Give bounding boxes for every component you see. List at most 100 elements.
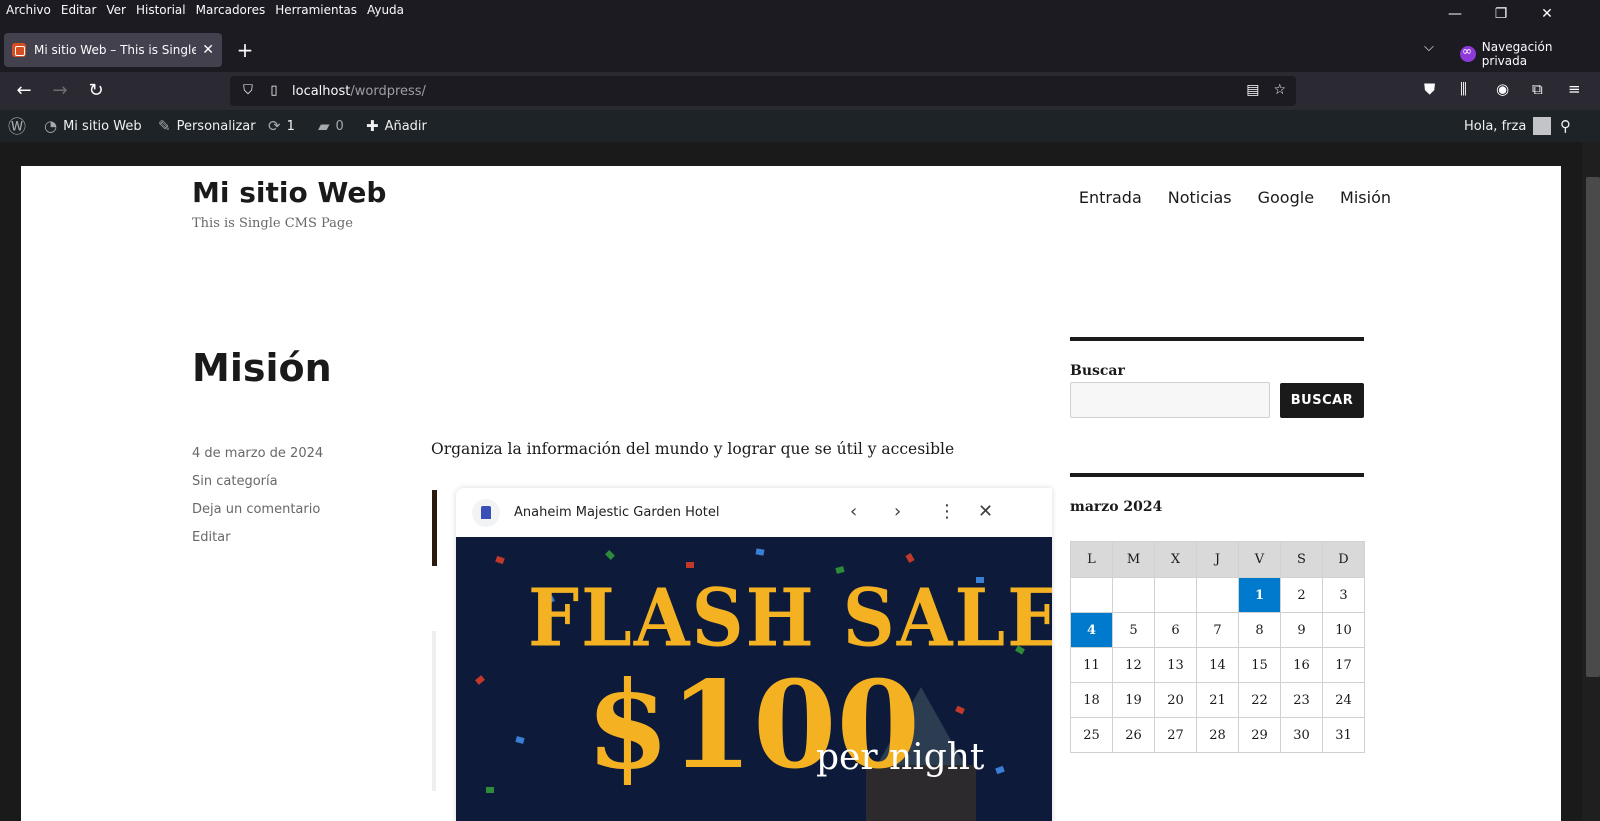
new-tab-button[interactable]: +	[234, 38, 256, 62]
calendar-weekday: M	[1112, 541, 1155, 578]
calendar-day: 18	[1070, 682, 1113, 718]
menu-ver[interactable]: Ver	[106, 3, 126, 17]
menu-marcadores[interactable]: Marcadores	[196, 3, 266, 17]
calendar-day: 23	[1280, 682, 1323, 718]
updates-count: 1	[286, 118, 295, 134]
calendar-day-link[interactable]: 4	[1070, 612, 1113, 648]
calendar-week-row: 25 26 27 28 29 30 31	[1070, 717, 1365, 753]
adminbar-customize[interactable]: ✎ Personalizar	[158, 110, 256, 142]
tab-active[interactable]: Mi sitio Web – This is Single CMS ✕	[4, 33, 222, 67]
calendar-day: 29	[1238, 717, 1281, 753]
comment-link[interactable]: Deja un comentario	[192, 496, 323, 524]
calendar-day: 13	[1154, 647, 1197, 683]
forward-button[interactable]: →	[48, 80, 72, 102]
calendar-day: 2	[1280, 577, 1323, 613]
chevron-right-icon[interactable]: ›	[894, 501, 901, 522]
hamburger-menu-icon[interactable]: ≡	[1568, 80, 1581, 98]
main-navigation: Entrada Noticias Google Misión	[1079, 188, 1391, 207]
calendar-day: 17	[1322, 647, 1365, 683]
calendar-day: 10	[1322, 612, 1365, 648]
flash-sale-per-night: per night	[816, 737, 985, 778]
wordpress-logo-icon[interactable]: Ⓦ	[8, 110, 32, 142]
nav-item-google[interactable]: Google	[1258, 188, 1314, 207]
minimize-button[interactable]: —	[1432, 0, 1478, 28]
menu-ayuda[interactable]: Ayuda	[367, 3, 404, 17]
search-button[interactable]: BUSCAR	[1280, 383, 1364, 418]
calendar-weekday: X	[1154, 541, 1197, 578]
calendar-day: 20	[1154, 682, 1197, 718]
search-input[interactable]	[1070, 382, 1270, 418]
close-icon[interactable]: ✕	[978, 501, 993, 522]
url-bar[interactable]: ⛉ ▯ localhost/wordpress/ ▤ ☆	[230, 76, 1296, 106]
calendar-day: 30	[1280, 717, 1323, 753]
dashboard-icon: ◔	[44, 117, 58, 135]
adminbar-site-name[interactable]: ◔ Mi sitio Web	[44, 110, 142, 142]
category-link[interactable]: Sin categoría	[192, 468, 323, 496]
calendar-pad	[1112, 577, 1155, 613]
scrollbar-thumb[interactable]	[1586, 177, 1600, 677]
chevron-down-icon[interactable]: ⌵	[1424, 40, 1434, 55]
nav-item-entrada[interactable]: Entrada	[1079, 188, 1142, 207]
widget-divider	[1070, 337, 1364, 341]
calendar-pad	[1154, 577, 1197, 613]
page-scrollbar[interactable]	[1582, 142, 1600, 821]
navigation-toolbar: ← → ↻ ⛉ ▯ localhost/wordpress/ ▤ ☆ ⛊ ⫼ ◉…	[0, 72, 1600, 110]
brush-icon: ✎	[158, 117, 171, 135]
account-icon[interactable]: ◉	[1496, 80, 1509, 98]
calendar-week-row: 18 19 20 21 22 23 24	[1070, 682, 1365, 718]
calendar-weekday: S	[1280, 541, 1323, 578]
calendar-day: 5	[1112, 612, 1155, 648]
bookmark-star-icon[interactable]: ☆	[1273, 82, 1286, 98]
edit-link[interactable]: Editar	[192, 524, 323, 552]
page-icon[interactable]: ▯	[266, 83, 282, 99]
calendar-day: 19	[1112, 682, 1155, 718]
hotel-embed-card: Anaheim Majestic Garden Hotel ‹ › ⋮ ✕ FL…	[456, 488, 1052, 821]
chevron-left-icon[interactable]: ‹	[850, 501, 857, 522]
tab-close-icon[interactable]: ✕	[202, 42, 214, 58]
wordpress-favicon-icon	[12, 43, 26, 57]
menu-bar: Archivo Editar Ver Historial Marcadores …	[0, 0, 1600, 22]
pocket-icon[interactable]: ⛊	[1424, 80, 1435, 98]
calendar-day: 15	[1238, 647, 1281, 683]
more-vert-icon[interactable]: ⋮	[938, 501, 956, 522]
reload-button[interactable]: ↻	[84, 80, 108, 102]
wp-admin-bar: Ⓦ ◔ Mi sitio Web ✎ Personalizar ⟳ 1 ▰ 0 …	[0, 110, 1600, 142]
nav-item-noticias[interactable]: Noticias	[1168, 188, 1232, 207]
menu-historial[interactable]: Historial	[136, 3, 186, 17]
adminbar-updates[interactable]: ⟳ 1	[268, 110, 295, 142]
adminbar-my-account[interactable]: Hola, frza	[1464, 110, 1552, 142]
extensions-icon[interactable]: ⧉	[1532, 80, 1543, 98]
calendar-day: 26	[1112, 717, 1155, 753]
library-icon[interactable]: ⫼	[1460, 80, 1467, 98]
calendar-day: 27	[1154, 717, 1197, 753]
restore-button[interactable]: ❐	[1478, 0, 1524, 28]
adminbar-comments[interactable]: ▰ 0	[318, 110, 344, 142]
embed-edge	[432, 490, 437, 566]
tab-title: Mi sitio Web – This is Single CMS	[34, 43, 197, 57]
calendar-week-row: 123	[1070, 577, 1365, 613]
menu-archivo[interactable]: Archivo	[6, 3, 51, 17]
calendar-day: 22	[1238, 682, 1281, 718]
shield-icon[interactable]: ⛉	[240, 83, 256, 99]
comments-count: 0	[335, 118, 344, 134]
site-title[interactable]: Mi sitio Web	[192, 176, 386, 209]
menu-editar[interactable]: Editar	[61, 3, 97, 17]
widget-divider	[1070, 473, 1364, 477]
post-date-link[interactable]: 4 de marzo de 2024	[192, 440, 323, 468]
plus-icon: ✚	[366, 117, 379, 135]
search-icon[interactable]: ⚲	[1560, 110, 1577, 142]
reader-view-icon[interactable]: ▤	[1246, 82, 1259, 98]
updates-icon: ⟳	[268, 117, 281, 135]
menu-herramientas[interactable]: Herramientas	[275, 3, 357, 17]
calendar-day: 25	[1070, 717, 1113, 753]
customize-label: Personalizar	[176, 118, 256, 134]
avatar	[1533, 117, 1552, 135]
calendar-day: 21	[1196, 682, 1239, 718]
adminbar-add-new[interactable]: ✚ Añadir	[366, 110, 427, 142]
nav-item-mision[interactable]: Misión	[1340, 188, 1391, 207]
calendar-caption: marzo 2024	[1070, 499, 1163, 515]
back-button[interactable]: ←	[12, 80, 36, 102]
calendar-weekday: V	[1238, 541, 1281, 578]
close-window-button[interactable]: ✕	[1524, 0, 1570, 28]
calendar-day-link[interactable]: 1	[1238, 577, 1281, 613]
